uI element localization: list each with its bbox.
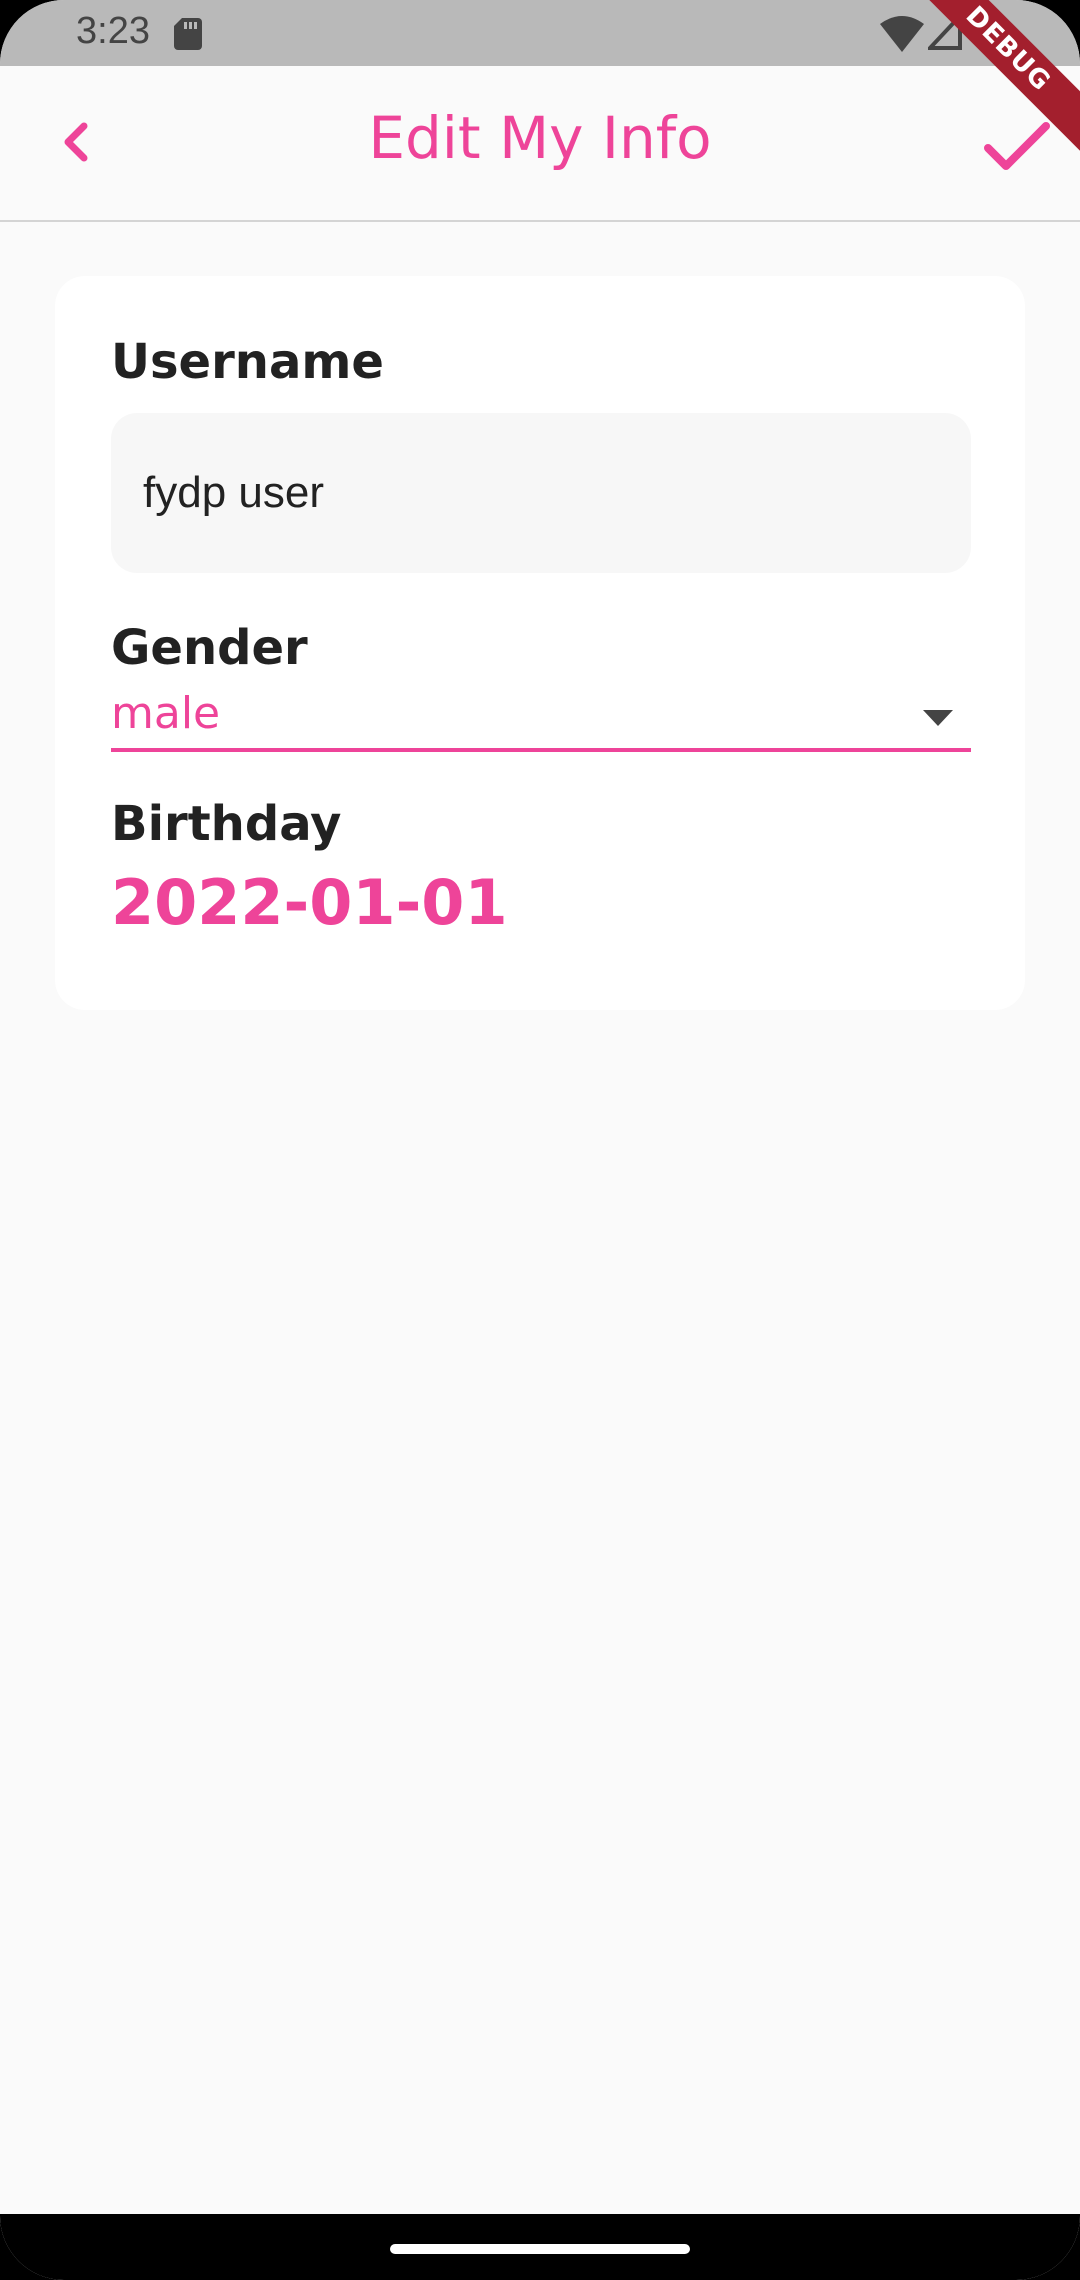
edit-info-card: Username fydp user Gender male Birthday … (55, 276, 1025, 1010)
app-bar: Edit My Info (0, 66, 1080, 222)
username-label: Username (111, 334, 384, 390)
gender-label: Gender (111, 620, 308, 676)
birthday-value[interactable]: 2022-01-01 (111, 866, 508, 939)
dropdown-arrow-icon (923, 710, 953, 726)
birthday-label: Birthday (111, 796, 342, 852)
page-title: Edit My Info (368, 104, 712, 172)
navigation-bar (0, 2214, 1080, 2280)
confirm-button[interactable] (976, 106, 1056, 186)
gender-dropdown[interactable]: male (111, 688, 971, 752)
wifi-icon (880, 16, 924, 52)
phone-screen: 3:23 DEBUG Edit My Info Username fydp us… (0, 0, 1080, 2280)
username-input[interactable]: fydp user (111, 413, 971, 573)
home-indicator[interactable] (390, 2244, 690, 2254)
check-icon (984, 122, 1050, 170)
status-bar: 3:23 (0, 0, 1080, 66)
status-time: 3:23 (76, 10, 150, 52)
gender-value: male (111, 688, 221, 739)
sd-card-icon (174, 18, 202, 50)
